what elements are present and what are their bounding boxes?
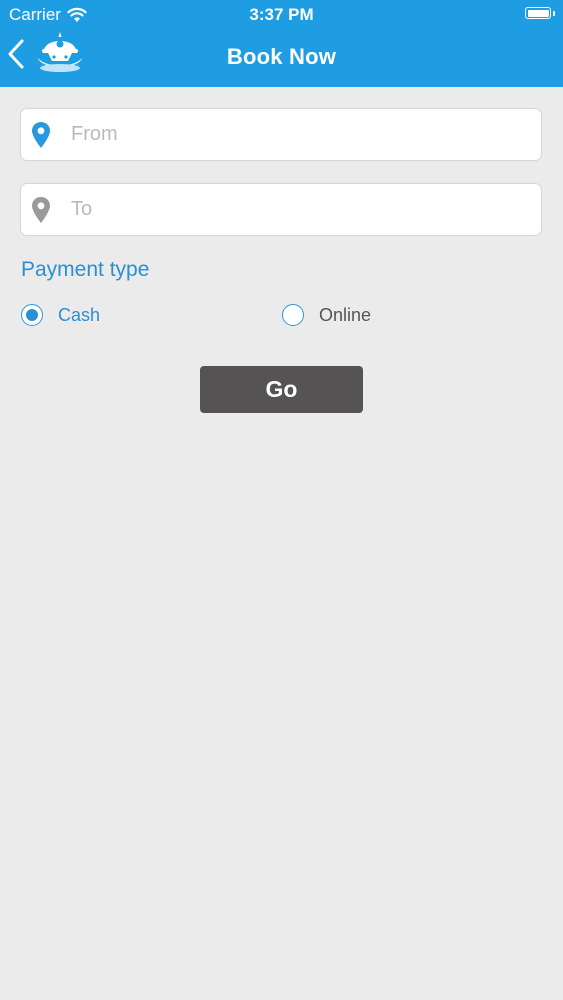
to-input[interactable] bbox=[71, 184, 531, 235]
status-bar: Carrier 3:37 PM bbox=[0, 0, 563, 30]
from-input[interactable] bbox=[71, 109, 531, 160]
radio-button[interactable] bbox=[282, 304, 304, 326]
payment-option-cash[interactable]: Cash bbox=[21, 302, 100, 328]
status-time: 3:37 PM bbox=[249, 5, 314, 24]
from-field[interactable] bbox=[20, 108, 542, 161]
header: Carrier 3:37 PM Book Now bbox=[0, 0, 563, 87]
page-title: Book Now bbox=[226, 44, 337, 69]
payment-option-label: Cash bbox=[58, 304, 101, 325]
location-pin-icon bbox=[32, 122, 50, 148]
payment-option-online[interactable]: Online bbox=[282, 302, 371, 328]
location-pin-icon bbox=[32, 197, 50, 223]
battery-icon bbox=[525, 7, 555, 19]
nav-bar: Book Now bbox=[0, 30, 563, 87]
payment-option-label: Online bbox=[319, 304, 372, 325]
payment-type-label: Payment type bbox=[21, 258, 150, 281]
go-button[interactable]: Go bbox=[200, 366, 363, 413]
to-field[interactable] bbox=[20, 183, 542, 236]
radio-button-selected[interactable] bbox=[21, 304, 43, 326]
